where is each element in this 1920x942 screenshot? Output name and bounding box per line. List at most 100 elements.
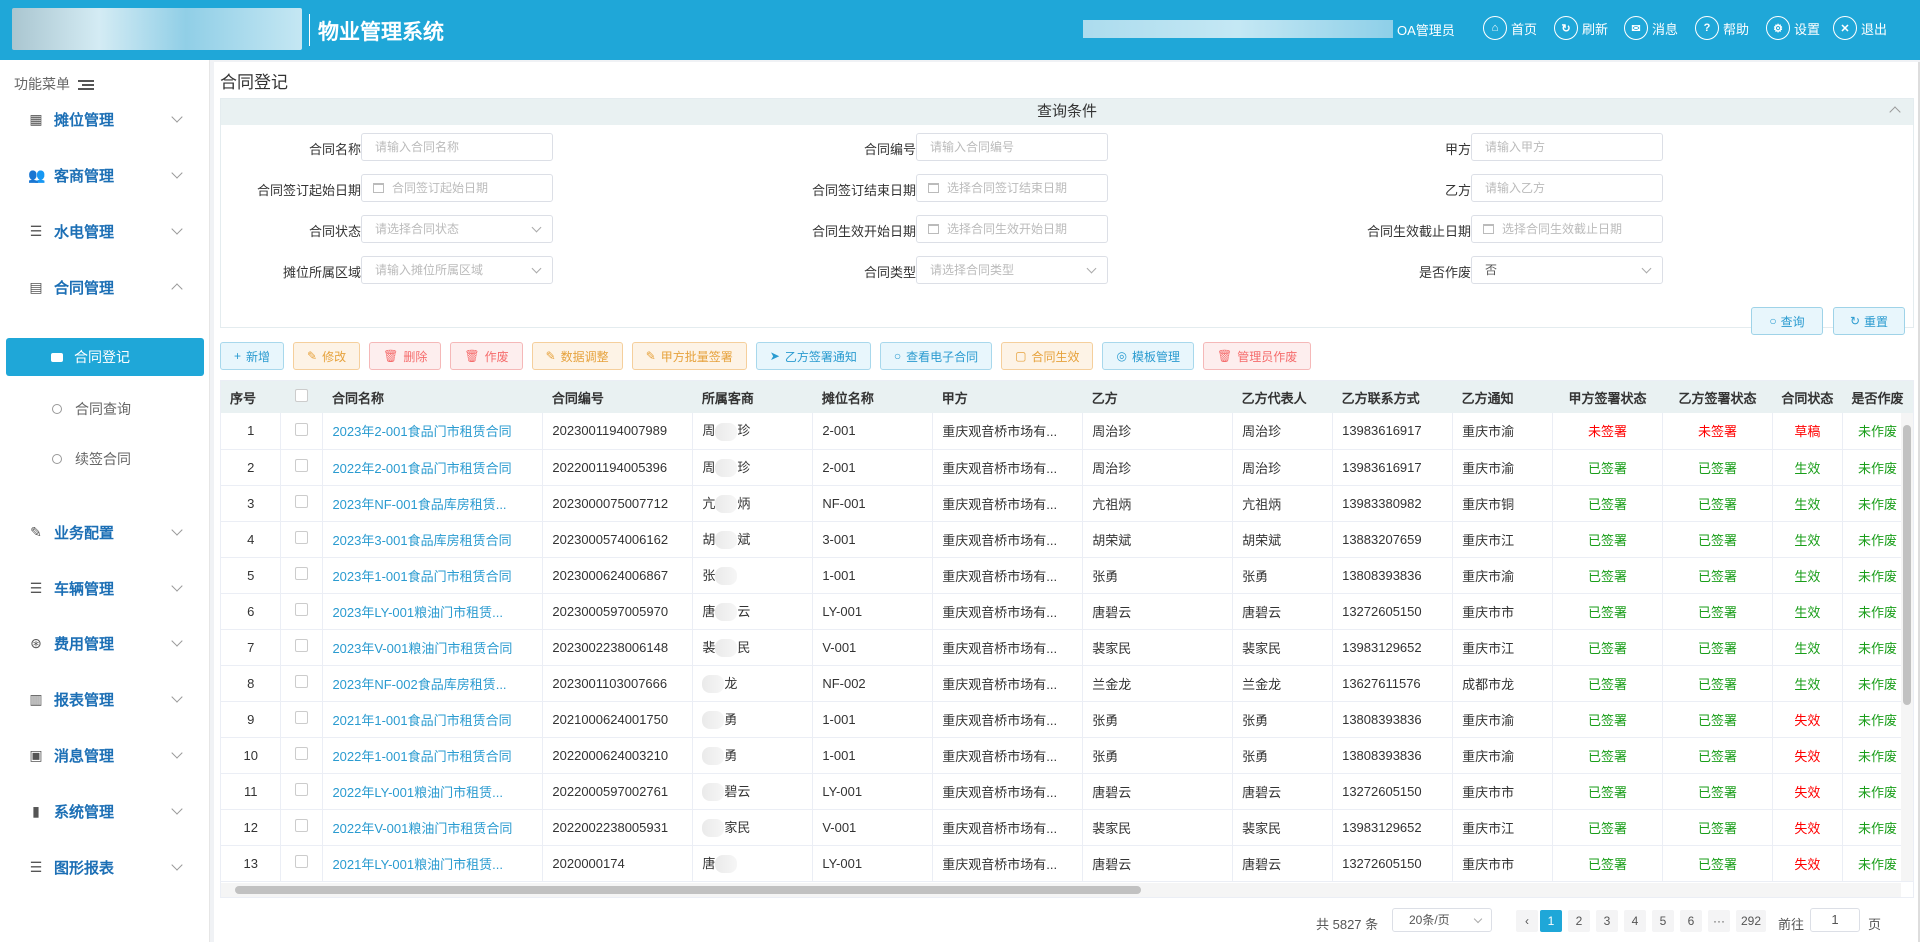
toolbar-button-4[interactable]: 🗑 作废 bbox=[450, 342, 523, 370]
column-header[interactable]: 甲方签署状态 bbox=[1552, 381, 1663, 413]
column-header[interactable]: 所属客商 bbox=[692, 381, 813, 413]
query-input-8[interactable]: 选择合同生效开始日期 bbox=[916, 215, 1108, 243]
contract-name-link[interactable]: 2023年3-001食品库房租赁合同 bbox=[322, 521, 544, 558]
sidebar-item-4[interactable]: ▤ 合同管理 bbox=[0, 267, 210, 307]
toolbar-button-5[interactable]: ✎ 数据调整 bbox=[531, 342, 623, 370]
menu-collapse-icon[interactable] bbox=[78, 80, 94, 90]
column-header[interactable]: 合同状态 bbox=[1772, 381, 1843, 413]
toolbar-button-6[interactable]: ✎ 甲方批量签署 bbox=[631, 342, 747, 370]
horizontal-scroll-thumb[interactable] bbox=[235, 886, 1141, 894]
sidebar-item-6[interactable]: ☰ 车辆管理 bbox=[0, 568, 210, 608]
select-all-checkbox[interactable] bbox=[295, 389, 309, 402]
table-cell[interactable] bbox=[280, 521, 324, 558]
page-number[interactable]: 5 bbox=[1652, 910, 1674, 932]
contract-name-link[interactable]: 2022年LY-001粮油门市租赁... bbox=[322, 773, 544, 810]
submenu-item-1[interactable]: 合同登记 bbox=[6, 338, 204, 376]
contract-name-link[interactable]: 2021年LY-001粮油门市租赁... bbox=[322, 845, 544, 882]
query-input-6[interactable]: 请输入乙方 bbox=[1471, 174, 1663, 202]
page-number[interactable]: 1 bbox=[1540, 910, 1562, 932]
contract-name-link[interactable]: 2023年1-001食品门市租赁合同 bbox=[322, 557, 544, 594]
sidebar-item-1[interactable]: ▦ 摊位管理 bbox=[0, 99, 210, 139]
row-checkbox[interactable] bbox=[295, 855, 309, 868]
sidebar-item-11[interactable]: ☰ 图形报表 bbox=[0, 847, 210, 887]
toolbar-button-1[interactable]: + 新增 bbox=[220, 342, 285, 370]
table-row[interactable]: 10 2022年1-001食品门市租赁合同 2022000624003210 勇 1-0… bbox=[221, 737, 1913, 774]
contract-name-link[interactable]: 2021年1-001食品门市租赁合同 bbox=[322, 701, 544, 738]
header-nav-3[interactable]: ✉ 消息 bbox=[1624, 16, 1678, 40]
contract-name-link[interactable]: 2023年NF-001食品库房租赁... bbox=[322, 485, 544, 522]
query-input-4[interactable]: 合同签订起始日期 bbox=[361, 174, 553, 202]
sidebar-item-9[interactable]: ▣ 消息管理 bbox=[0, 735, 210, 775]
table-cell[interactable] bbox=[280, 413, 324, 450]
row-checkbox[interactable] bbox=[295, 459, 309, 472]
row-checkbox[interactable] bbox=[295, 603, 309, 616]
toolbar-button-9[interactable]: ▢ 合同生效 bbox=[1001, 342, 1094, 370]
row-checkbox[interactable] bbox=[295, 783, 309, 796]
sidebar-item-10[interactable]: ▮ 系统管理 bbox=[0, 791, 210, 831]
table-row[interactable]: 7 2023年V-001粮油门市租赁合同 2023002238006148 裴民 V-0… bbox=[221, 629, 1913, 666]
table-row[interactable]: 5 2023年1-001食品门市租赁合同 2023000624006867 张 1-00… bbox=[221, 557, 1913, 594]
toolbar-button-8[interactable]: ○ 查看电子合同 bbox=[879, 342, 993, 370]
row-checkbox[interactable] bbox=[295, 531, 309, 544]
column-header[interactable]: 乙方 bbox=[1082, 381, 1233, 413]
toolbar-button-7[interactable]: ➤ 乙方签署通知 bbox=[755, 342, 871, 370]
search-button[interactable]: ○ 查询 bbox=[1751, 307, 1823, 335]
column-header[interactable]: 摊位名称 bbox=[812, 381, 933, 413]
table-row[interactable]: 1 2023年2-001食品门市租赁合同 2023001194007989 周珍 2-0… bbox=[221, 413, 1913, 450]
sidebar-item-3[interactable]: ☰ 水电管理 bbox=[0, 211, 210, 251]
row-checkbox[interactable] bbox=[295, 747, 309, 760]
reset-button[interactable]: ↻ 重置 bbox=[1833, 307, 1905, 335]
table-cell[interactable] bbox=[280, 809, 324, 846]
sidebar-item-7[interactable]: ⊛ 费用管理 bbox=[0, 623, 210, 663]
row-checkbox[interactable] bbox=[295, 422, 309, 436]
contract-name-link[interactable]: 2022年2-001食品门市租赁合同 bbox=[322, 449, 544, 486]
column-header[interactable]: 乙方签署状态 bbox=[1662, 381, 1773, 413]
table-cell[interactable] bbox=[280, 737, 324, 774]
table-row[interactable]: 12 2022年V-001粮油门市租赁合同 2022002238005931 家民 V-… bbox=[221, 809, 1913, 846]
header-nav-1[interactable]: ⌂ 首页 bbox=[1483, 16, 1537, 40]
prev-page-button[interactable]: ‹ bbox=[1516, 910, 1538, 932]
page-number[interactable]: 292 bbox=[1736, 910, 1766, 932]
menu-title[interactable]: 功能菜单 bbox=[14, 74, 94, 94]
row-checkbox[interactable] bbox=[295, 819, 309, 832]
table-row[interactable]: 13 2021年LY-001粮油门市租赁... 2020000174 唐 LY-001 重… bbox=[221, 845, 1913, 882]
query-input-11[interactable]: 请选择合同类型 bbox=[916, 256, 1108, 284]
row-checkbox[interactable] bbox=[295, 711, 309, 724]
table-row[interactable]: 2 2022年2-001食品门市租赁合同 2022001194005396 周珍 2-0… bbox=[221, 449, 1913, 486]
query-input-5[interactable]: 选择合同签订结束日期 bbox=[916, 174, 1108, 202]
table-cell[interactable] bbox=[280, 593, 324, 630]
table-row[interactable]: 8 2023年NF-002食品库房租赁... 2023001103007666 龙 NF… bbox=[221, 665, 1913, 702]
table-cell[interactable] bbox=[280, 701, 324, 738]
column-header[interactable]: 合同编号 bbox=[542, 381, 693, 413]
header-nav-6[interactable]: ✕ 退出 bbox=[1833, 16, 1887, 40]
query-panel-header[interactable]: 查询条件 bbox=[221, 99, 1913, 125]
header-nav-2[interactable]: ↻ 刷新 bbox=[1554, 16, 1608, 40]
column-header[interactable]: 是否作废 bbox=[1842, 381, 1913, 413]
column-header[interactable]: 甲方 bbox=[932, 381, 1083, 413]
sidebar-item-5[interactable]: ✎ 业务配置 bbox=[0, 512, 210, 552]
query-input-10[interactable]: 请输入摊位所属区域 bbox=[361, 256, 553, 284]
query-input-3[interactable]: 请输入甲方 bbox=[1471, 133, 1663, 161]
table-cell[interactable] bbox=[280, 485, 324, 522]
contract-name-link[interactable]: 2022年V-001粮油门市租赁合同 bbox=[322, 809, 544, 846]
contract-name-link[interactable]: 2023年2-001食品门市租赁合同 bbox=[322, 413, 544, 450]
column-header[interactable]: 乙方代表人 bbox=[1232, 381, 1333, 413]
row-checkbox[interactable] bbox=[295, 567, 309, 580]
collapse-up-icon[interactable] bbox=[1889, 106, 1901, 118]
sidebar-item-8[interactable]: ▥ 报表管理 bbox=[0, 679, 210, 719]
table-row[interactable]: 3 2023年NF-001食品库房租赁... 2023000075007712 亢炳 N… bbox=[221, 485, 1913, 522]
page-number[interactable]: 4 bbox=[1624, 910, 1646, 932]
query-input-2[interactable]: 请输入合同编号 bbox=[916, 133, 1108, 161]
query-input-9[interactable]: 选择合同生效截止日期 bbox=[1471, 215, 1663, 243]
contract-name-link[interactable]: 2022年1-001食品门市租赁合同 bbox=[322, 737, 544, 774]
table-row[interactable]: 9 2021年1-001食品门市租赁合同 2021000624001750 勇 1-00… bbox=[221, 701, 1913, 738]
table-cell[interactable] bbox=[280, 773, 324, 810]
vertical-scrollbar[interactable] bbox=[1901, 413, 1913, 881]
query-input-12[interactable]: 否 bbox=[1471, 256, 1663, 284]
column-header[interactable]: 序号 bbox=[221, 381, 281, 413]
table-cell[interactable] bbox=[280, 845, 324, 882]
sidebar-item-2[interactable]: 👥 客商管理 bbox=[0, 155, 210, 195]
page-number[interactable]: ··· bbox=[1708, 910, 1730, 932]
toolbar-button-2[interactable]: ✎ 修改 bbox=[293, 342, 361, 370]
submenu-item-2[interactable]: 合同查询 bbox=[0, 390, 210, 428]
